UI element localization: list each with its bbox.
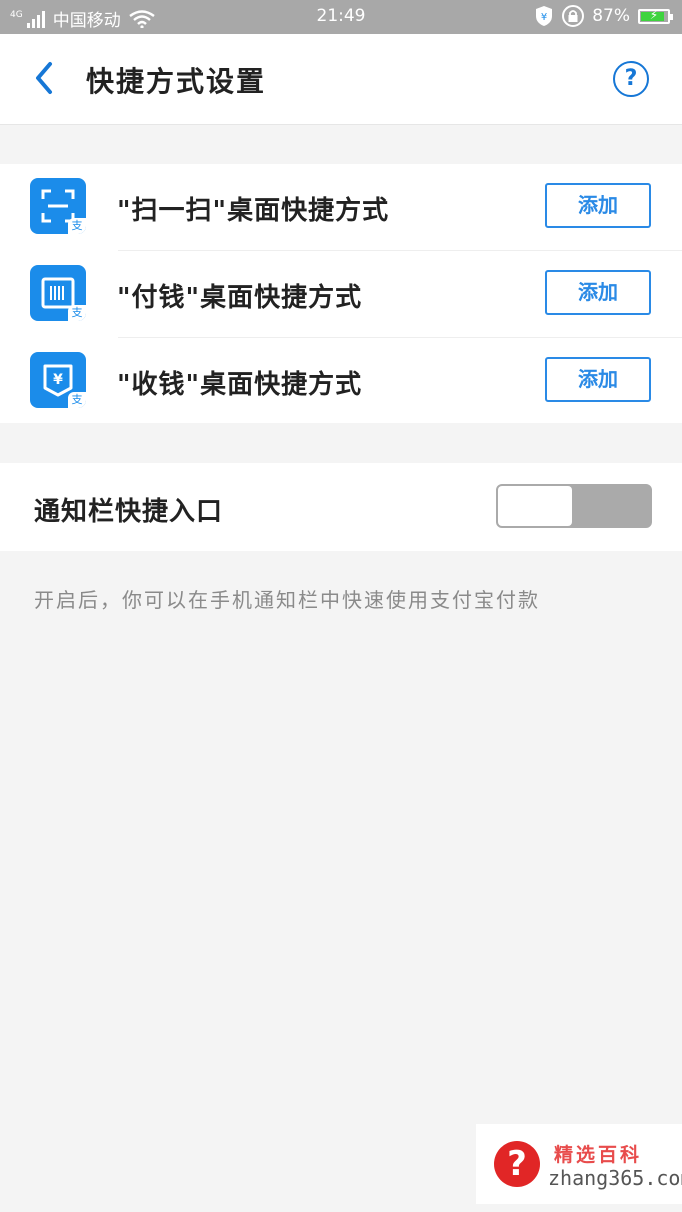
lock-icon: [562, 5, 585, 27]
shortcut-row-scan: 支 "扫一扫"桌面快捷方式 添加: [0, 164, 682, 251]
scan-app-icon: 支: [30, 178, 86, 234]
notification-shortcut-label: 通知栏快捷入口: [34, 497, 224, 527]
pay-app-icon: 支: [30, 265, 86, 321]
alipay-badge: 支: [68, 392, 86, 408]
shortcut-row-pay: 支 "付钱"桌面快捷方式 添加: [0, 251, 682, 338]
back-arrow-icon[interactable]: [30, 58, 64, 98]
charging-icon: ⚡: [649, 7, 659, 22]
battery-icon: ⚡: [638, 7, 673, 24]
header-bar: 快捷方式设置 ?: [0, 34, 682, 125]
notification-hint: 开启后，你可以在手机通知栏中快速使用支付宝付款: [34, 588, 540, 612]
signal-icon: 4G: [10, 10, 45, 28]
shortcut-label: "收钱"桌面快捷方式: [117, 370, 363, 400]
shortcut-row-receive: ¥ 支 "收钱"桌面快捷方式 添加: [0, 338, 682, 425]
alipay-badge: 支: [68, 305, 86, 321]
svg-text:¥: ¥: [541, 12, 547, 23]
add-pay-shortcut-button[interactable]: 添加: [545, 270, 651, 315]
wifi-icon: [128, 9, 155, 28]
help-icon[interactable]: ?: [613, 61, 649, 97]
page-title: 快捷方式设置: [86, 65, 267, 98]
toggle-knob: [498, 486, 572, 526]
question-logo-icon: ?: [494, 1141, 540, 1187]
shortcut-list: 支 "扫一扫"桌面快捷方式 添加 支 "付钱"桌面快捷方式 添加 ¥ 支 "收钱…: [0, 164, 682, 423]
status-bar: 4G 中国移动 21:49 ¥ 87% ⚡: [0, 0, 682, 34]
watermark-brand: 精选百科: [554, 1144, 643, 1166]
alipay-badge: 支: [68, 218, 86, 234]
shortcut-label: "扫一扫"桌面快捷方式: [117, 196, 390, 226]
notification-shortcut-row: 通知栏快捷入口: [0, 463, 682, 551]
receive-app-icon: ¥ 支: [30, 352, 86, 408]
add-scan-shortcut-button[interactable]: 添加: [545, 183, 651, 228]
carrier-name: 中国移动: [52, 11, 121, 31]
network-type: 4G: [10, 9, 23, 20]
shortcut-label: "付钱"桌面快捷方式: [117, 283, 363, 313]
notification-shortcut-toggle[interactable]: [496, 484, 652, 528]
battery-percent: 87%: [592, 6, 630, 26]
svg-text:¥: ¥: [53, 372, 63, 388]
watermark: ? 精选百科 zhang365.com: [476, 1124, 682, 1204]
security-shield-icon: ¥: [536, 6, 553, 26]
add-receive-shortcut-button[interactable]: 添加: [545, 357, 651, 402]
watermark-domain: zhang365.com: [548, 1166, 682, 1190]
